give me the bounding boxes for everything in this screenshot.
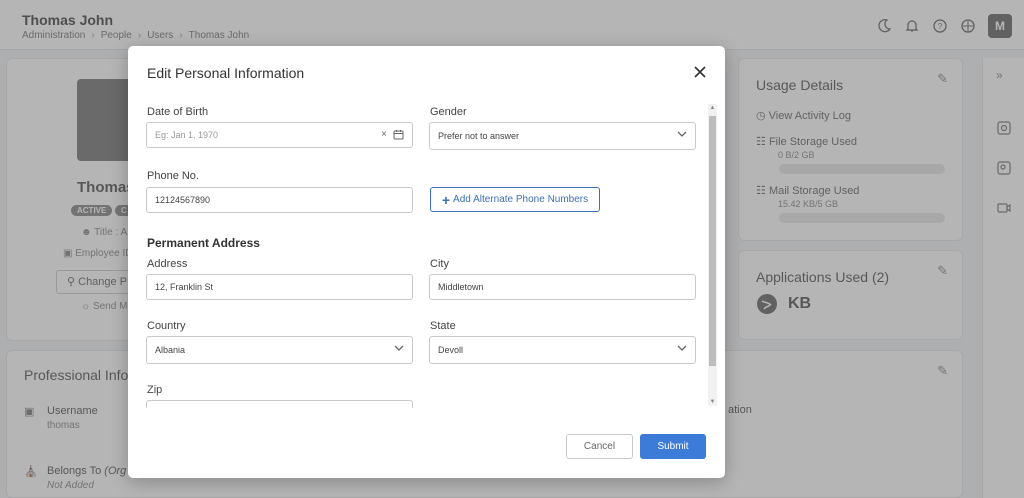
section-title: Permanent Address xyxy=(147,236,260,250)
city-input[interactable]: Middletown xyxy=(429,274,696,300)
chevron-down-icon xyxy=(677,345,687,351)
dob-label: Date of Birth xyxy=(147,106,209,118)
state-label: State xyxy=(430,320,456,332)
phone-value: 12124567890 xyxy=(155,195,211,205)
zip-input[interactable] xyxy=(146,400,413,408)
clear-icon[interactable]: × xyxy=(381,129,387,140)
state-select[interactable]: Devoll xyxy=(429,336,696,364)
scroll-down-icon[interactable]: ▼ xyxy=(709,399,716,405)
phone-label: Phone No. xyxy=(147,170,199,182)
address-label: Address xyxy=(147,258,188,270)
country-label: Country xyxy=(147,320,186,332)
country-value: Albania xyxy=(155,345,186,355)
city-label: City xyxy=(430,258,449,270)
modal-title: Edit Personal Information xyxy=(147,65,305,81)
cancel-button[interactable]: Cancel xyxy=(566,434,633,459)
address-input[interactable]: 12, Franklin St xyxy=(146,274,413,300)
add-alternate-phone-button[interactable]: + Add Alternate Phone Numbers xyxy=(430,187,600,212)
add-alternate-phone-label: Add Alternate Phone Numbers xyxy=(453,194,589,205)
city-value: Middletown xyxy=(438,282,484,292)
modal-scrollbar[interactable]: ▲ ▼ xyxy=(708,104,717,406)
gender-value: Prefer not to answer xyxy=(438,131,520,141)
plus-icon: + xyxy=(441,191,451,208)
close-icon[interactable] xyxy=(693,65,707,79)
dob-input[interactable]: Eg: Jan 1, 1970 × xyxy=(146,122,413,148)
dob-placeholder: Eg: Jan 1, 1970 xyxy=(155,130,219,140)
state-value: Devoll xyxy=(438,345,464,355)
country-select[interactable]: Albania xyxy=(146,336,413,364)
gender-select[interactable]: Prefer not to answer xyxy=(429,122,696,150)
scroll-up-icon[interactable]: ▲ xyxy=(709,105,716,111)
scrollbar-thumb[interactable] xyxy=(709,116,716,366)
chevron-down-icon xyxy=(677,131,687,137)
modal-form: Date of Birth Eg: Jan 1, 1970 × Gender P… xyxy=(128,102,718,408)
submit-button[interactable]: Submit xyxy=(640,434,706,459)
phone-input[interactable]: 12124567890 xyxy=(146,187,413,213)
zip-label: Zip xyxy=(147,384,163,396)
edit-personal-info-modal: Edit Personal Information Date of Birth … xyxy=(128,46,725,478)
chevron-down-icon xyxy=(394,345,404,351)
address-value: 12, Franklin St xyxy=(155,282,214,292)
calendar-icon[interactable] xyxy=(393,129,404,140)
gender-label: Gender xyxy=(430,106,467,118)
